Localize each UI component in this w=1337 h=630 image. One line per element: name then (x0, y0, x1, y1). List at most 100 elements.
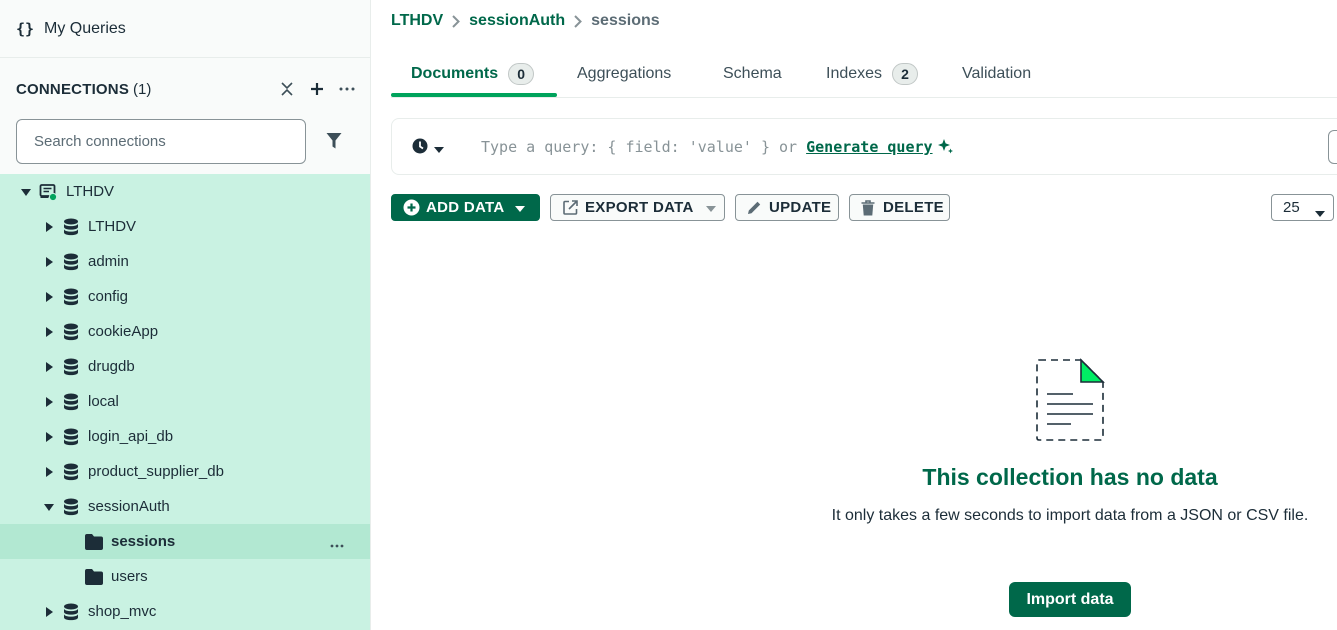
page-size-select[interactable]: 25 (1271, 194, 1334, 221)
tree-item-label: shop_mvc (88, 603, 157, 620)
caret-right-icon[interactable] (43, 326, 55, 338)
connection-icon (39, 183, 57, 201)
database-icon (62, 498, 80, 516)
tree-item-label: admin (88, 253, 129, 270)
connection-tree: LTHDV LTHDV admin config cookieApp drugd… (0, 174, 370, 630)
tree-item-collection-selected[interactable]: sessions (0, 524, 370, 559)
generate-query-link[interactable]: Generate query (806, 138, 932, 156)
database-icon (62, 428, 80, 446)
caret-right-icon[interactable] (43, 431, 55, 443)
tree-item-label: product_supplier_db (88, 463, 224, 480)
my-queries-label: My Queries (44, 19, 126, 37)
tree-item-label: cookieApp (88, 323, 159, 340)
main-panel: LTHDV sessionAuth sessions Documents 0 A… (391, 0, 1337, 630)
database-icon (62, 463, 80, 481)
tab-label: Validation (962, 64, 1032, 82)
query-history-button[interactable] (412, 138, 444, 158)
connections-header: CONNECTIONS (1) (16, 78, 356, 100)
import-data-button[interactable]: Import data (1009, 582, 1131, 617)
caret-down-icon (1315, 204, 1325, 221)
tab-label: Aggregations (577, 64, 672, 82)
tab-documents[interactable]: Documents 0 (411, 49, 535, 98)
caret-right-icon[interactable] (43, 606, 55, 618)
caret-down-icon (434, 140, 444, 157)
breadcrumb-connection[interactable]: LTHDV (391, 12, 443, 30)
caret-down-icon (514, 199, 525, 216)
count-badge: 0 (508, 62, 535, 85)
folder-icon (85, 568, 103, 586)
caret-right-icon[interactable] (43, 256, 55, 268)
tree-item-connection[interactable]: LTHDV (0, 174, 370, 209)
connections-title: CONNECTIONS (16, 80, 130, 98)
tree-item-label: local (88, 393, 119, 410)
tree-item-label: LTHDV (66, 183, 115, 200)
empty-state-title: This collection has no data (922, 464, 1218, 490)
active-tab-indicator (391, 93, 557, 97)
tree-item-database[interactable]: cookieApp (0, 314, 370, 349)
database-icon (62, 253, 80, 271)
breadcrumb-database[interactable]: sessionAuth (469, 12, 565, 30)
caret-down-icon[interactable] (20, 186, 32, 198)
collection-tabs: Documents 0 Aggregations Schema Indexes … (391, 49, 1337, 98)
clock-icon (412, 138, 428, 158)
collapse-all-icon[interactable] (278, 78, 296, 100)
tab-indexes[interactable]: Indexes 2 (826, 49, 919, 98)
tree-item-database[interactable]: drugdb (0, 349, 370, 384)
tree-item-database[interactable]: shop_mvc (0, 594, 370, 629)
delete-label: DELETE (883, 199, 944, 216)
braces-icon: {} (16, 19, 35, 38)
export-data-button[interactable]: EXPORT DATA (550, 194, 725, 221)
database-icon (62, 218, 80, 236)
chevron-right-icon (451, 14, 461, 28)
tree-item-label: LTHDV (88, 218, 137, 235)
caret-right-icon[interactable] (43, 396, 55, 408)
document-toolbar: ADD DATA EXPORT DATA UPDATE DELETE 25 (391, 194, 1337, 222)
plus-circle-icon (402, 199, 420, 217)
tree-item-database[interactable]: product_supplier_db (0, 454, 370, 489)
add-data-button[interactable]: ADD DATA (391, 194, 540, 221)
export-data-label: EXPORT DATA (585, 199, 694, 216)
filter-icon[interactable] (324, 131, 344, 151)
tab-validation[interactable]: Validation (962, 49, 1031, 98)
tree-item-database[interactable]: local (0, 384, 370, 419)
tree-item-database[interactable]: admin (0, 244, 370, 279)
tree-item-collection[interactable]: users (0, 559, 370, 594)
export-icon (561, 199, 579, 217)
database-icon (62, 323, 80, 341)
caret-right-icon[interactable] (43, 361, 55, 373)
tree-item-database[interactable]: LTHDV (0, 209, 370, 244)
query-bar[interactable]: Type a query: { field: 'value' } or Gene… (391, 118, 1337, 175)
breadcrumb-collection: sessions (591, 12, 660, 29)
query-input[interactable]: Type a query: { field: 'value' } or Gene… (481, 138, 954, 159)
caret-down-icon (705, 199, 716, 216)
delete-button[interactable]: DELETE (849, 194, 950, 221)
count-badge: 2 (892, 62, 919, 85)
connections-count: (1) (133, 80, 152, 98)
tab-aggregations[interactable]: Aggregations (577, 49, 671, 98)
tree-item-label: sessions (111, 533, 176, 550)
folder-icon (85, 533, 103, 551)
tab-label: Indexes (826, 64, 883, 82)
more-options-icon[interactable] (338, 78, 356, 100)
query-options-button[interactable] (1328, 130, 1337, 164)
breadcrumb: LTHDV sessionAuth sessions (391, 10, 660, 32)
tree-item-label: drugdb (88, 358, 135, 375)
caret-down-icon[interactable] (43, 501, 55, 513)
tab-schema[interactable]: Schema (723, 49, 782, 98)
database-icon (62, 358, 80, 376)
update-button[interactable]: UPDATE (735, 194, 839, 221)
tree-item-database[interactable]: login_api_db (0, 419, 370, 454)
tab-label: Documents (411, 64, 499, 82)
caret-right-icon[interactable] (43, 221, 55, 233)
trash-icon (859, 199, 877, 217)
my-queries-link[interactable]: {} My Queries (0, 0, 370, 58)
tree-item-database[interactable]: config (0, 279, 370, 314)
caret-right-icon[interactable] (43, 466, 55, 478)
search-connections-input[interactable] (16, 119, 306, 164)
tree-item-database[interactable]: sessionAuth (0, 489, 370, 524)
caret-right-icon[interactable] (43, 291, 55, 303)
page-size-value: 25 (1283, 199, 1300, 216)
more-options-icon[interactable] (330, 535, 346, 551)
add-connection-icon[interactable] (308, 78, 326, 100)
empty-document-icon (1036, 358, 1105, 441)
